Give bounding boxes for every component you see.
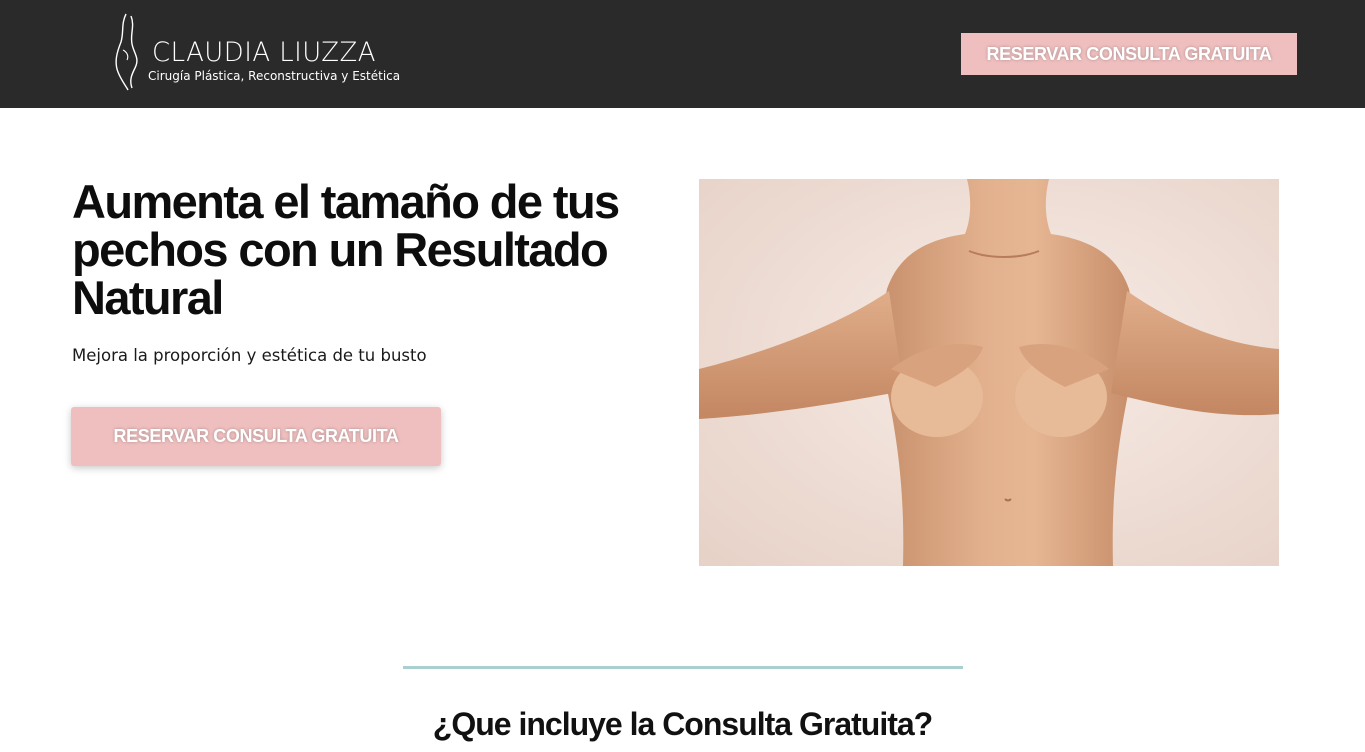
section-title: ¿Que incluye la Consulta Gratuita?	[432, 706, 933, 742]
brand-logo[interactable]: CLAUDIA LIUZZA Cirugía Plástica, Reconst…	[112, 12, 422, 92]
hero-book-consultation-button[interactable]: RESERVAR CONSULTA GRATUITA	[71, 407, 441, 466]
site-header: CLAUDIA LIUZZA Cirugía Plástica, Reconst…	[0, 0, 1365, 108]
torso-photo	[699, 179, 1279, 566]
section-divider	[403, 666, 963, 669]
hero-image	[699, 179, 1279, 566]
brand-name: CLAUDIA LIUZZA	[152, 37, 376, 68]
hero-subtitle: Mejora la proporción y estética de tu bu…	[72, 346, 427, 365]
silhouette-logo-icon	[115, 13, 138, 91]
hero-title: Aumenta el tamaño de tus pechos con un R…	[72, 175, 620, 324]
brand-tagline: Cirugía Plástica, Reconstructiva y Estét…	[148, 69, 401, 83]
header-book-consultation-button[interactable]: RESERVAR CONSULTA GRATUITA	[961, 33, 1297, 75]
